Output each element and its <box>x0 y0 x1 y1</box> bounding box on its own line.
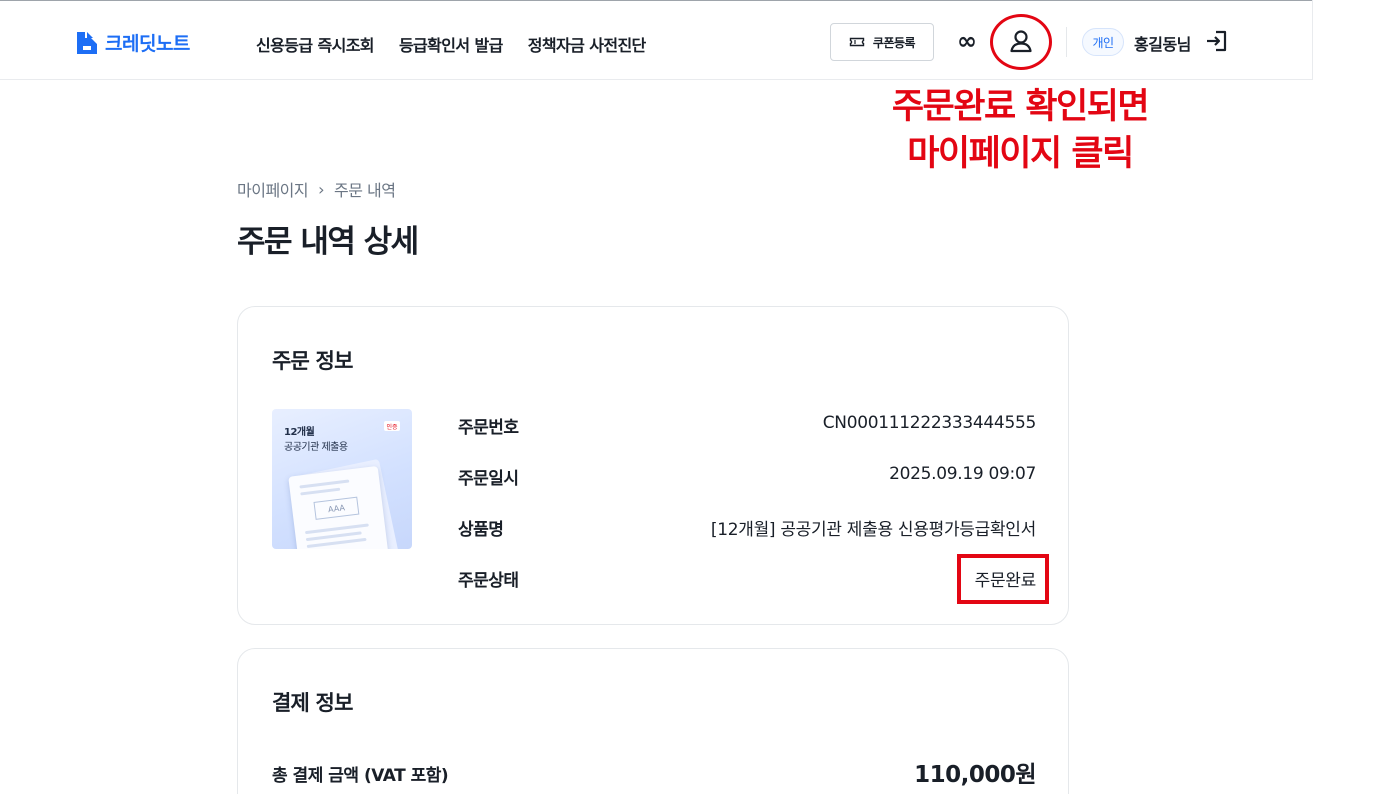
brand-logo[interactable]: 크레딧노트 <box>75 29 190 56</box>
thumbnail-purpose: 공공기관 제출용 <box>284 442 348 453</box>
total-payment-row: 총 결제 금액 (VAT 포함) 110,000원 <box>272 757 1036 788</box>
product-thumbnail: 12개월 공공기관 제출용 인증 AAA <box>272 409 412 549</box>
nav-policy-fund-diagnosis[interactable]: 정책자금 사전진단 <box>528 32 647 56</box>
coupon-register-button[interactable]: 쿠폰등록 <box>830 23 934 61</box>
coupon-register-label: 쿠폰등록 <box>872 35 916 50</box>
main-nav: 신용등급 즉시조회 등급확인서 발급 정책자금 사전진단 <box>256 32 646 56</box>
order-date-row: 주문일시 2025.09.19 09:07 <box>458 460 1036 511</box>
chevron-right-icon: › <box>318 179 325 199</box>
product-name-row: 상품명 [12개월] 공공기관 제출용 신용평가등급확인서 <box>458 511 1036 562</box>
order-date-value: 2025.09.19 09:07 <box>889 464 1036 484</box>
ticket-icon <box>849 37 865 47</box>
annotation-line-2: 마이페이지 클릭 <box>907 134 1134 174</box>
breadcrumb-mypage[interactable]: 마이페이지 <box>237 177 309 201</box>
infinity-icon[interactable]: ∞ <box>957 29 977 53</box>
order-info-rows: 주문번호 CN000111222333444555 주문일시 2025.09.1… <box>458 409 1049 613</box>
logo-mark-icon <box>77 31 97 54</box>
thumbnail-grade-box: AAA <box>313 496 360 520</box>
product-name-value: [12개월] 공공기관 제출용 신용평가등급확인서 <box>710 520 1036 540</box>
nav-credit-rating-lookup[interactable]: 신용등급 즉시조회 <box>256 32 375 56</box>
page-title: 주문 내역 상세 <box>237 224 419 260</box>
order-number-value: CN000111222333444555 <box>822 413 1037 433</box>
order-number-label: 주문번호 <box>458 418 519 438</box>
window-right-border <box>1312 0 1313 80</box>
order-status-row: 주문상태 주문완료 <box>458 554 1049 613</box>
order-number-row: 주문번호 CN000111222333444555 <box>458 409 1036 460</box>
thumbnail-tag: 인증 <box>384 421 400 431</box>
header-divider <box>1066 27 1067 57</box>
top-header: 크레딧노트 신용등급 즉시조회 등급확인서 발급 정책자금 사전진단 쿠폰등록 … <box>0 1 1313 80</box>
instruction-annotation: 주문완료 확인되면 마이페이지 클릭 <box>840 84 1200 178</box>
breadcrumb: 마이페이지 › 주문 내역 <box>237 177 396 201</box>
annotation-line-1: 주문완료 확인되면 <box>891 87 1150 127</box>
total-payment-value: 110,000원 <box>914 762 1036 788</box>
order-info-title: 주문 정보 <box>272 349 353 373</box>
payment-info-title: 결제 정보 <box>272 691 353 715</box>
order-info-card: 주문 정보 12개월 공공기관 제출용 인증 AAA 주문번호 CN000111… <box>237 306 1069 625</box>
order-status-label: 주문상태 <box>458 571 519 591</box>
product-name-label: 상품명 <box>458 520 504 540</box>
logout-icon[interactable] <box>1205 29 1229 53</box>
username: 홍길동님 <box>1134 35 1191 54</box>
breadcrumb-order-history[interactable]: 주문 내역 <box>334 177 396 201</box>
mypage-user-icon[interactable] <box>1004 25 1038 59</box>
account-type-badge: 개인 <box>1082 28 1124 56</box>
nav-rating-certificate[interactable]: 등급확인서 발급 <box>399 32 503 56</box>
order-date-label: 주문일시 <box>458 469 519 489</box>
document-icon: AAA <box>288 465 390 549</box>
annotation-highlight-box <box>957 554 1049 604</box>
total-payment-label: 총 결제 금액 (VAT 포함) <box>272 766 449 786</box>
logo-text: 크레딧노트 <box>105 33 190 55</box>
payment-info-card: 결제 정보 총 결제 금액 (VAT 포함) 110,000원 <box>237 648 1069 794</box>
thumbnail-period: 12개월 <box>284 427 315 438</box>
